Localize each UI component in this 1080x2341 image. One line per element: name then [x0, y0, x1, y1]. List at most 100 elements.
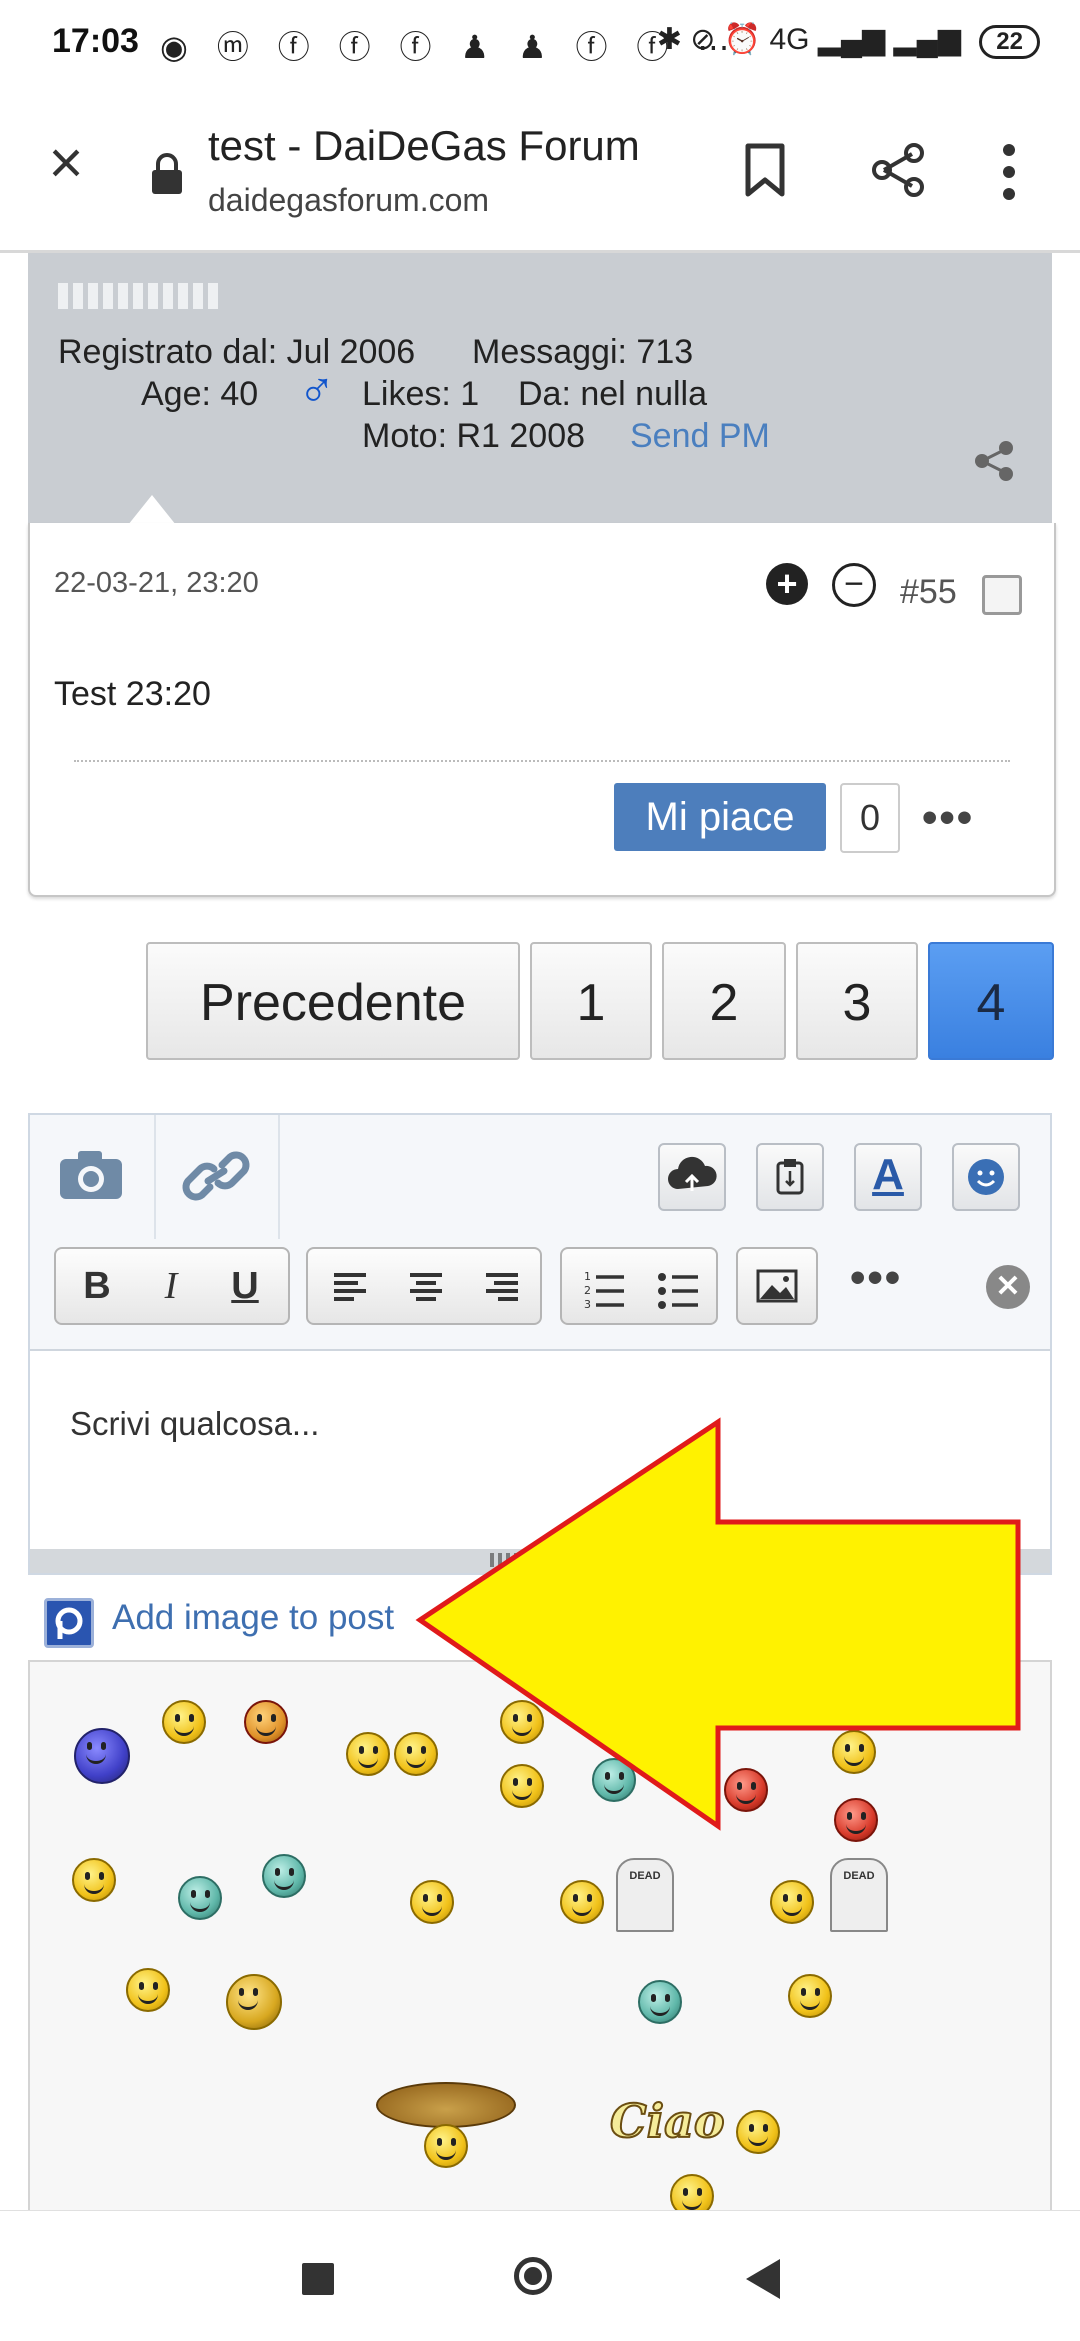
bold-button[interactable]: B [62, 1249, 132, 1323]
more-vert-icon[interactable] [1000, 142, 1018, 202]
italic-button[interactable]: I [136, 1249, 206, 1323]
message-count: Messaggi: 713 [472, 333, 694, 371]
svg-text:3: 3 [584, 1298, 591, 1311]
svg-text:1: 1 [584, 1270, 591, 1283]
align-left-icon[interactable] [320, 1249, 380, 1323]
post-body: Test 23:20 [54, 675, 211, 713]
align-center-icon[interactable] [396, 1249, 456, 1323]
emoji-button[interactable] [952, 1143, 1020, 1211]
like-count: 0 [840, 783, 900, 853]
toolbar-divider [154, 1115, 156, 1239]
rank-bar [58, 283, 220, 309]
user-location: Da: nel nulla [518, 375, 708, 413]
user-bike: Moto: R1 2008 [362, 417, 586, 455]
back-icon[interactable] [746, 2259, 780, 2299]
tombstone-label: DEAD [843, 1870, 875, 1882]
smiley-icon[interactable] [226, 1974, 282, 2030]
font-color-icon: A [872, 1150, 904, 1199]
lock-icon [152, 153, 182, 194]
pagination-page-1[interactable]: 1 [530, 942, 652, 1060]
smiley-icon[interactable] [736, 2110, 780, 2154]
status-time: 17:03 [52, 22, 139, 60]
image-group [736, 1247, 818, 1325]
status-bar: 17:03 ◉ ⓜ ⓕ ⓕ ⓕ ♟ ♟ ⓕ ⓕ ⋯ ✱ ⊘ ⏰ 4G ▂▄▆ ▂… [0, 0, 1080, 90]
cloud-upload-icon [668, 1156, 717, 1191]
smiley-icon[interactable] [500, 1764, 544, 1808]
smiley-icon[interactable] [244, 1700, 288, 1744]
sombrero-smiley-icon[interactable] [376, 2082, 516, 2128]
plus-icon[interactable]: + [766, 563, 808, 605]
post-number[interactable]: #55 [900, 573, 957, 612]
smiley-icon[interactable] [126, 1968, 170, 2012]
smiley-icon[interactable] [74, 1728, 130, 1784]
battery-icon: 22 [979, 25, 1040, 59]
post-card: 22-03-21, 23:20 + − #55 Test 23:20 Mi pi… [28, 523, 1056, 897]
male-icon: ♂ [298, 360, 336, 416]
smiley-icon[interactable] [394, 1732, 438, 1776]
smiley-icon[interactable] [560, 1880, 604, 1924]
system-status-icons: ✱ ⊘ ⏰ 4G ▂▄▆ ▂▄▆ [656, 23, 961, 56]
pagination-page-4-current[interactable]: 4 [928, 942, 1054, 1060]
grip-icon [490, 1553, 590, 1567]
smiley-icon[interactable] [834, 1798, 878, 1842]
pagination-page-3[interactable]: 3 [796, 942, 918, 1060]
camera-icon[interactable] [58, 1149, 124, 1201]
user-profile-block: Registrato dal: Jul 2006 Messaggi: 713 A… [28, 253, 1052, 523]
tombstone-icon[interactable]: DEAD [616, 1858, 674, 1932]
smiley-icon[interactable] [788, 1974, 832, 2018]
smiley-icon[interactable] [424, 2124, 468, 2168]
align-right-icon[interactable] [472, 1249, 532, 1323]
notification-icons: ◉ ⓜ ⓕ ⓕ ⓕ ♟ ♟ ⓕ ⓕ ⋯ [160, 29, 740, 65]
ordered-list-icon[interactable]: 123 [572, 1249, 636, 1323]
post-select-checkbox[interactable] [982, 575, 1022, 615]
link-icon[interactable] [180, 1143, 252, 1209]
smiley-icon[interactable] [178, 1876, 222, 1920]
minus-icon[interactable]: − [832, 563, 876, 607]
postimage-logo-icon[interactable] [44, 1598, 94, 1648]
browser-toolbar: × test - DaiDeGas Forum daidegasforum.co… [0, 90, 1080, 253]
share-icon[interactable] [870, 142, 926, 198]
smiley-icon[interactable] [500, 1700, 544, 1744]
add-image-link[interactable]: Add image to post [112, 1598, 394, 1638]
registered-date: Registrato dal: Jul 2006 [58, 333, 416, 371]
close-icon[interactable]: × [38, 133, 94, 193]
smiley-panel: DEAD DEAD Ciao [28, 1660, 1052, 2220]
bookmark-icon[interactable] [744, 142, 786, 198]
smiley-icon[interactable] [832, 1730, 876, 1774]
clear-format-icon[interactable]: ✕ [986, 1265, 1030, 1309]
home-icon[interactable] [514, 2257, 552, 2295]
smiley-icon[interactable] [410, 1880, 454, 1924]
smiley-icon[interactable] [72, 1858, 116, 1902]
reply-editor: A B I U 123 ••• ✕ Scrivi qualcosa... [28, 1113, 1052, 1575]
smiley-icon[interactable] [346, 1732, 390, 1776]
post-more-icon[interactable]: ••• [922, 793, 974, 843]
tombstone-label: DEAD [629, 1870, 661, 1882]
pagination-prev-button[interactable]: Precedente [146, 942, 520, 1060]
tombstone-icon[interactable]: DEAD [830, 1858, 888, 1932]
ciao-smiley-icon[interactable]: Ciao [609, 2093, 726, 2149]
text-style-group: B I U [54, 1247, 290, 1325]
smiley-icon[interactable] [770, 1880, 814, 1924]
send-pm-link[interactable]: Send PM [630, 417, 770, 456]
smiley-icon [968, 1159, 1004, 1195]
page-url[interactable]: daidegasforum.com [208, 182, 489, 219]
cloud-upload-button[interactable] [658, 1143, 726, 1211]
more-format-icon[interactable]: ••• [850, 1253, 902, 1303]
share-icon[interactable] [972, 439, 1016, 483]
underline-button[interactable]: U [210, 1249, 280, 1323]
insert-image-icon[interactable] [746, 1249, 808, 1323]
pagination-page-2[interactable]: 2 [662, 942, 786, 1060]
smiley-icon[interactable] [724, 1768, 768, 1812]
font-color-button[interactable]: A [854, 1143, 922, 1211]
like-button[interactable]: Mi piace [614, 783, 826, 851]
clipboard-button[interactable] [756, 1143, 824, 1211]
smiley-icon[interactable] [592, 1758, 636, 1802]
message-input[interactable]: Scrivi qualcosa... [70, 1405, 319, 1443]
recent-apps-icon[interactable] [302, 2263, 334, 2295]
page-title: test - DaiDeGas Forum [208, 122, 640, 169]
smiley-icon[interactable] [262, 1854, 306, 1898]
smiley-icon[interactable] [162, 1700, 206, 1744]
bullet-list-icon[interactable] [646, 1249, 710, 1323]
smiley-icon[interactable] [638, 1980, 682, 2024]
toolbar-divider [278, 1115, 280, 1239]
